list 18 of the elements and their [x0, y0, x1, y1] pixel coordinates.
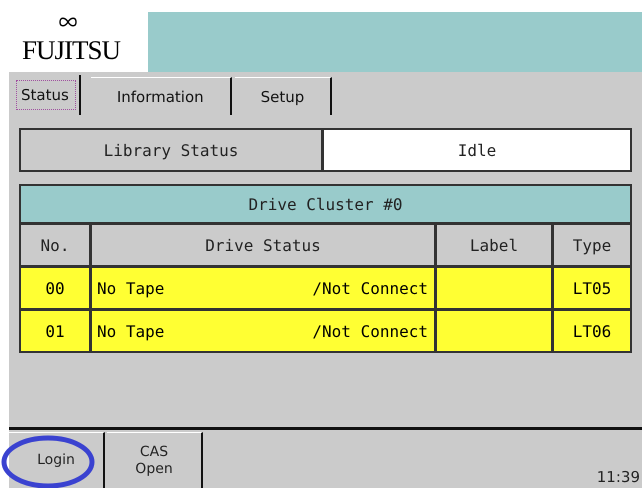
library-status-value: Idle — [324, 130, 630, 170]
column-header: Type — [551, 225, 630, 265]
tab[interactable]: Information — [90, 77, 232, 115]
table-cell: LT05 — [551, 268, 630, 308]
fujitsu-logo: FUJITSU — [22, 37, 120, 67]
table-cell: No Tape /Not Connect — [89, 268, 434, 308]
table-cell: 00 — [21, 268, 89, 308]
tab[interactable]: Setup — [234, 77, 332, 115]
column-header: Drive Status — [89, 225, 434, 265]
cluster-title: Drive Cluster #0 — [21, 186, 630, 225]
bottom-button[interactable]: CAS Open — [107, 432, 203, 488]
column-header: No. — [40, 234, 70, 256]
column-header: Label — [434, 225, 551, 265]
clock: 11:39 — [596, 468, 641, 488]
table-cell: LT06 — [551, 311, 630, 351]
table-cell: 01 — [21, 311, 89, 351]
table-cell: No Tape /Not Connect — [89, 311, 434, 351]
infinity-icon — [59, 17, 77, 27]
